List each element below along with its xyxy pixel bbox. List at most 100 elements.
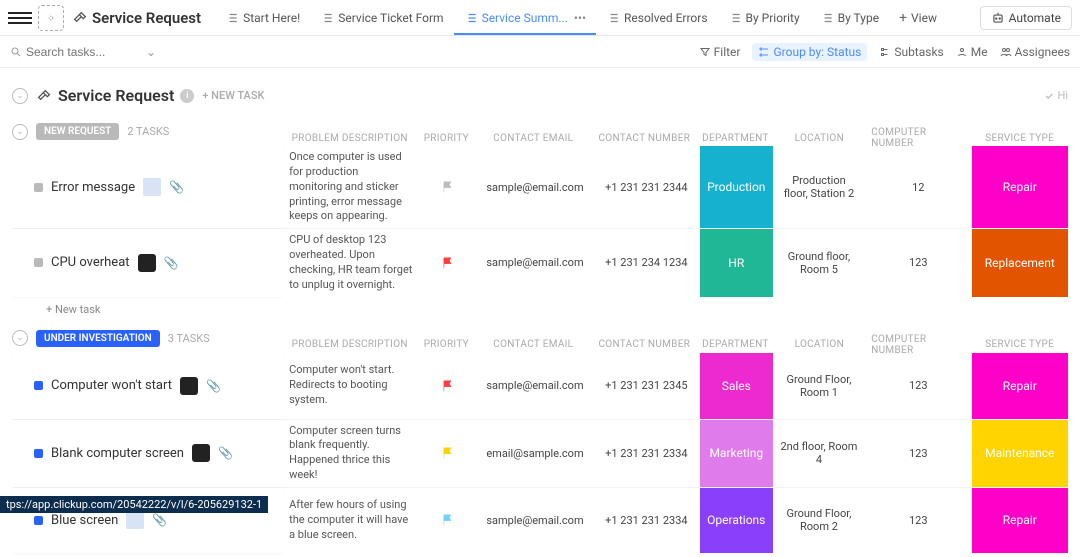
attachment-icon[interactable]: 📎: [206, 379, 221, 393]
service-type-pill[interactable]: Replacement: [972, 229, 1068, 296]
attachment-icon[interactable]: 📎: [152, 513, 167, 527]
task-location[interactable]: Ground floor, Room 5: [773, 229, 865, 296]
status-square-icon[interactable]: [34, 516, 43, 525]
tab-view[interactable]: +View: [889, 0, 947, 35]
service-type-pill[interactable]: Repair: [972, 353, 1068, 419]
task-email[interactable]: sample@email.com: [477, 229, 593, 296]
task-number[interactable]: +1 231 231 2345: [593, 353, 700, 419]
list-icon: [464, 11, 478, 25]
search-input[interactable]: [26, 45, 136, 59]
priority-flag-icon[interactable]: [441, 379, 455, 393]
tab-resolved-errors[interactable]: Resolved Errors: [596, 0, 718, 35]
service-type-pill[interactable]: Repair: [972, 488, 1068, 553]
task-computer-number[interactable]: 12: [865, 146, 972, 228]
filter-button[interactable]: Filter: [699, 45, 741, 59]
me-button[interactable]: Me: [956, 45, 988, 59]
tab-label: Start Here!: [243, 11, 300, 25]
attachment-icon[interactable]: 📎: [164, 256, 179, 270]
task-name[interactable]: Blue screen: [51, 513, 118, 528]
list-icon: [606, 11, 620, 25]
task-name[interactable]: CPU overheat: [51, 255, 130, 270]
status-square-icon[interactable]: [34, 381, 43, 390]
task-row[interactable]: Error message 📎 Once computer is used for …: [12, 146, 1068, 228]
task-row[interactable]: CPU overheat 📎 CPU of desktop 123 overheat…: [12, 228, 1068, 296]
collapse-group-icon[interactable]: ⌄: [12, 330, 28, 346]
tab-label: Service Summ...: [482, 11, 568, 25]
department-pill[interactable]: Production: [700, 146, 773, 228]
new-task-link[interactable]: + NEW TASK: [202, 89, 264, 102]
people-icon: [1000, 46, 1012, 58]
chevron-down-icon[interactable]: ⌄: [146, 45, 156, 59]
ellipsis-icon[interactable]: •••: [574, 11, 586, 25]
status-square-icon[interactable]: [34, 258, 43, 267]
task-computer-number[interactable]: 123: [865, 488, 972, 553]
task-location[interactable]: Ground Floor, Room 1: [773, 353, 865, 419]
menu-icon[interactable]: [8, 6, 32, 30]
task-email[interactable]: sample@email.com: [477, 353, 593, 419]
tab-by-type[interactable]: By Type: [810, 0, 889, 35]
task-computer-number[interactable]: 123: [865, 420, 972, 487]
priority-flag-icon[interactable]: [441, 180, 455, 194]
department-pill[interactable]: HR: [700, 229, 773, 296]
task-email[interactable]: sample@email.com: [477, 146, 593, 228]
hammer-icon: [72, 10, 88, 26]
search-box[interactable]: ⌄: [10, 45, 156, 59]
task-location[interactable]: 2nd floor, Room 4: [773, 420, 865, 487]
collapse-group-icon[interactable]: ⌄: [12, 124, 28, 140]
task-description[interactable]: After few hours of using the computer it…: [283, 488, 418, 553]
group-under-investigation: ⌄UNDER INVESTIGATION3 TASKSPROBLEM DESCR…: [0, 320, 1080, 557]
task-description[interactable]: CPU of desktop 123 overheated. Upon chec…: [283, 229, 418, 296]
task-emoji: [126, 511, 144, 529]
task-number[interactable]: +1 231 231 2334: [593, 488, 700, 553]
task-email[interactable]: email@sample.com: [477, 420, 593, 487]
group-icon: [758, 46, 770, 58]
tab-start-here[interactable]: Start Here!: [215, 0, 310, 35]
task-name[interactable]: Computer won't start: [51, 378, 172, 393]
task-name[interactable]: Error message: [51, 180, 135, 195]
attachment-icon[interactable]: 📎: [169, 180, 184, 194]
status-chip[interactable]: NEW REQUEST: [36, 123, 119, 140]
task-email[interactable]: sample@email.com: [477, 488, 593, 553]
task-number[interactable]: +1 231 231 2344: [593, 146, 700, 228]
status-square-icon[interactable]: [34, 183, 43, 192]
task-number[interactable]: +1 231 234 1234: [593, 229, 700, 296]
task-description[interactable]: Computer screen turns blank frequently. …: [283, 420, 418, 487]
info-icon[interactable]: i: [180, 89, 194, 103]
workspace-icon[interactable]: [38, 5, 64, 31]
task-description[interactable]: Once computer is used for production mon…: [283, 146, 418, 228]
task-emoji: [192, 444, 210, 462]
task-name[interactable]: Blank computer screen: [51, 446, 184, 461]
attachment-icon[interactable]: 📎: [218, 446, 233, 460]
tab-service-ticket-form[interactable]: Service Ticket Form: [310, 0, 453, 35]
hide-link[interactable]: Hi: [1044, 89, 1068, 102]
department-pill[interactable]: Marketing: [700, 420, 773, 487]
department-pill[interactable]: Operations: [700, 488, 773, 553]
task-number[interactable]: +1 231 231 2334: [593, 420, 700, 487]
task-location[interactable]: Ground Floor, Room 2: [773, 488, 865, 553]
tab-service-summ[interactable]: Service Summ... •••: [454, 0, 596, 35]
new-task-button[interactable]: + New task: [12, 297, 1068, 316]
status-chip[interactable]: UNDER INVESTIGATION: [36, 330, 160, 347]
subtasks-button[interactable]: Subtasks: [879, 45, 943, 59]
task-location[interactable]: Production floor, Station 2: [773, 146, 865, 228]
task-row[interactable]: Computer won't start 📎 Computer won't star…: [12, 353, 1068, 419]
service-type-pill[interactable]: Maintenance: [972, 420, 1068, 487]
task-row[interactable]: Blank computer screen 📎 Computer screen tu…: [12, 419, 1068, 487]
collapse-all-icon[interactable]: ⌄: [12, 88, 28, 104]
department-pill[interactable]: Sales: [700, 353, 773, 419]
priority-flag-icon[interactable]: [441, 513, 455, 527]
priority-flag-icon[interactable]: [441, 256, 455, 270]
task-count: 2 TASKS: [127, 125, 169, 138]
list-icon: [728, 11, 742, 25]
groupby-button[interactable]: Group by: Status: [752, 43, 867, 61]
task-computer-number[interactable]: 123: [865, 353, 972, 419]
automate-button[interactable]: Automate: [980, 6, 1072, 30]
status-square-icon[interactable]: [34, 449, 43, 458]
task-computer-number[interactable]: 123: [865, 229, 972, 296]
priority-flag-icon[interactable]: [441, 446, 455, 460]
task-description[interactable]: Computer won't start. Redirects to booti…: [283, 353, 418, 419]
assignees-button[interactable]: Assignees: [1000, 45, 1070, 59]
tab-by-priority[interactable]: By Priority: [718, 0, 810, 35]
breadcrumb[interactable]: Service Request: [72, 9, 201, 27]
service-type-pill[interactable]: Repair: [972, 146, 1068, 228]
